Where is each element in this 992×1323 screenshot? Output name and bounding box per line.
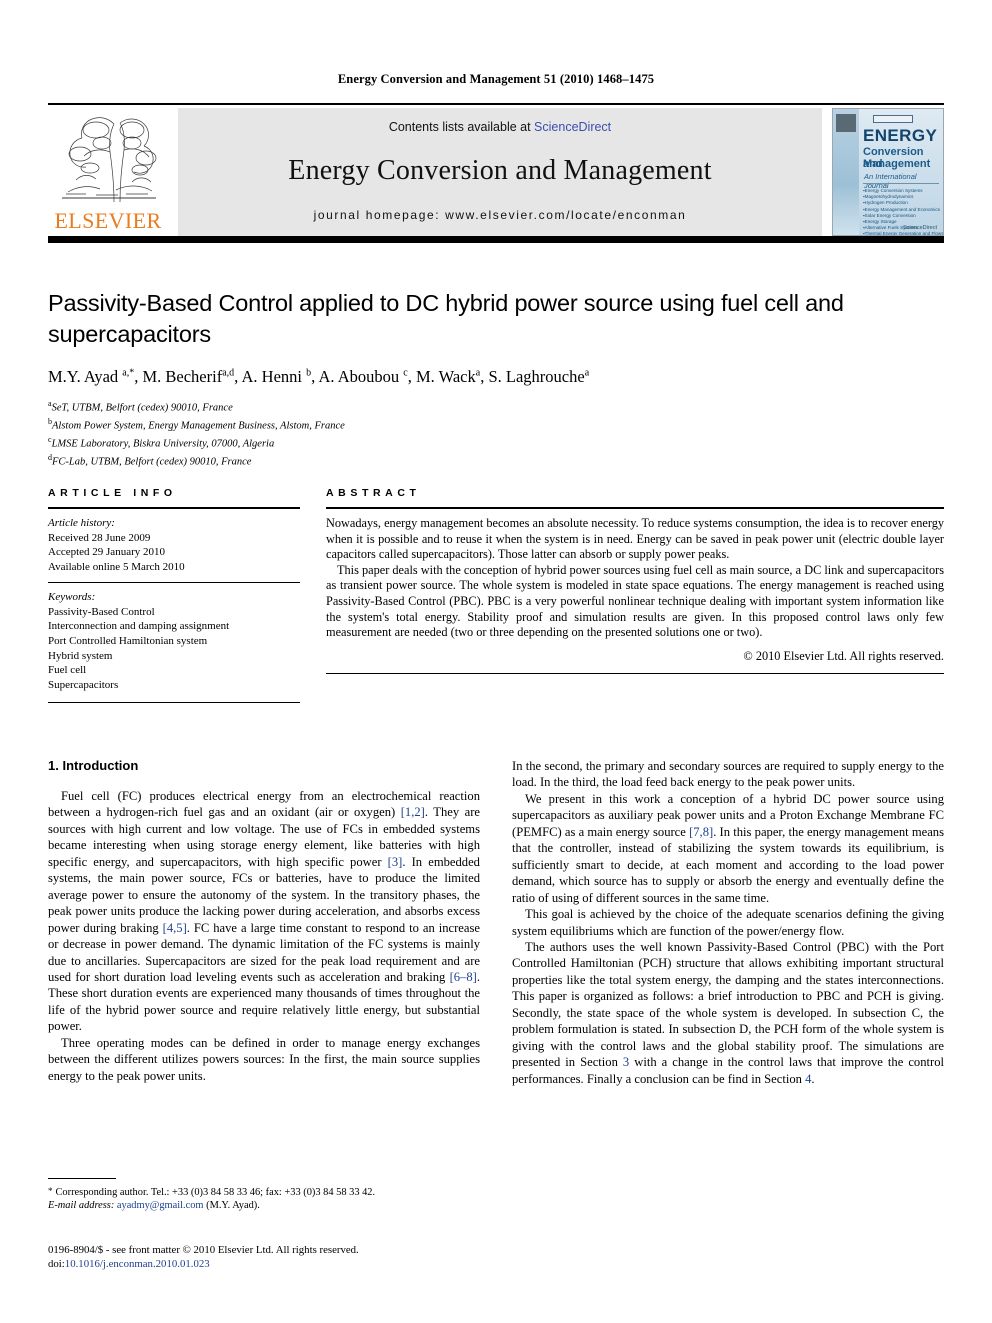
banner-top-rule — [48, 103, 944, 105]
cover-topic-item: Energy Management and Economics — [863, 207, 943, 213]
abstract-body: Nowadays, energy management becomes an a… — [326, 509, 944, 664]
article-history-label: Article history: — [48, 517, 115, 529]
cover-footer-logo: ScienceDirect — [903, 225, 937, 231]
history-item: Received 28 June 2009 — [48, 531, 151, 544]
keyword-item: Port Controlled Hamiltonian system — [48, 634, 208, 647]
issn-line: 0196-8904/$ - see front matter © 2010 El… — [48, 1244, 359, 1256]
section-title-introduction: 1. Introduction — [48, 758, 139, 773]
body-paragraph: Three operating modes can be defined in … — [48, 1035, 480, 1083]
body-paragraph: The authors uses the well known Passivit… — [512, 939, 944, 1087]
elsevier-logo: ELSEVIER — [48, 108, 168, 236]
cover-badge — [873, 115, 913, 123]
article-info-heading: ARTICLE INFO — [48, 487, 177, 499]
email-label: E-mail address: — [48, 1200, 115, 1212]
abstract-column: ABSTRACT Nowadays, energy management bec… — [326, 487, 944, 703]
journal-cover-thumbnail: ENERGY Conversion and Management An Inte… — [832, 108, 944, 236]
running-head: Energy Conversion and Management 51 (201… — [337, 72, 655, 86]
elsevier-tree-icon — [62, 117, 157, 203]
cover-title-line3: Management — [863, 158, 931, 170]
banner-bottom-rule — [48, 236, 944, 243]
email-link[interactable]: ayadmy@gmail.com — [117, 1200, 204, 1211]
affiliation-item: dFC-Lab, UTBM, Belfort (cedex) 90010, Fr… — [48, 451, 944, 469]
journal-title: Energy Conversion and Management — [288, 155, 712, 186]
citation-link[interactable]: [3] — [388, 855, 403, 869]
keyword-item: Passivity-Based Control — [48, 605, 155, 618]
cover-title-line1: ENERGY — [863, 126, 938, 145]
journal-band: Contents lists available at ScienceDirec… — [178, 108, 822, 236]
abstract-copyright: © 2010 Elsevier Ltd. All rights reserved… — [743, 648, 944, 663]
affiliation-item: bAlstom Power System, Energy Management … — [48, 415, 944, 433]
cover-divider — [863, 183, 939, 184]
citation-link[interactable]: [1,2] — [401, 805, 425, 819]
paragraph-text: . — [811, 1071, 815, 1086]
abstract-paragraph: Nowadays, energy management becomes an a… — [326, 516, 944, 562]
article-history-block: Article history: Received 28 June 2009 A… — [48, 509, 300, 582]
body-paragraph: We present in this work a conception of … — [512, 791, 944, 906]
body-column-gap — [480, 758, 512, 1188]
body-paragraph: Fuel cell (FC) produces electrical energ… — [48, 788, 480, 1035]
abstract-heading: ABSTRACT — [326, 487, 421, 499]
history-item: Accepted 29 January 2010 — [48, 546, 165, 559]
email-note: E-mail address: ayadmy@gmail.com (M.Y. A… — [48, 1199, 480, 1212]
affiliation-text: FC-Lab, UTBM, Belfort (cedex) 90010, Fra… — [52, 456, 252, 468]
affiliation-item: cLMSE Laboratory, Biskra University, 070… — [48, 433, 944, 451]
affiliation-text: SeT, UTBM, Belfort (cedex) 90010, France — [51, 402, 233, 413]
page-title: Passivity-Based Control applied to DC hy… — [48, 290, 844, 347]
title-block: Passivity-Based Control applied to DC hy… — [48, 288, 944, 469]
keyword-item: Interconnection and damping assignment — [48, 620, 230, 633]
abstract-paragraph: This paper deals with the conception of … — [326, 562, 944, 640]
elsevier-wordmark: ELSEVIER — [54, 208, 162, 233]
cover-publisher-mark — [836, 114, 856, 132]
contents-available-line: Contents lists available at ScienceDirec… — [389, 120, 611, 134]
asterisk-icon: * — [48, 1186, 53, 1196]
affiliation-text: LMSE Laboratory, Biskra University, 0700… — [51, 438, 275, 450]
doi-label: doi: — [48, 1258, 65, 1270]
abstract-bottom-rule — [326, 672, 944, 674]
author-list: M.Y. Ayad a,*, M. Becherifa,d, A. Henni … — [48, 362, 944, 388]
corresponding-author-note: * Corresponding author. Tel.: +33 (0)3 84… — [48, 1185, 480, 1199]
citation-link[interactable]: [4,5] — [163, 921, 187, 935]
article-info-column: ARTICLE INFO Article history: Received 2… — [48, 487, 300, 704]
email-suffix: (M.Y. Ayad). — [206, 1200, 260, 1212]
corresponding-author-text: Corresponding author. Tel.: +33 (0)3 84 … — [55, 1187, 376, 1198]
body-column-right: In the second, the primary and secondary… — [512, 758, 944, 1188]
keywords-label: Keywords: — [48, 591, 96, 604]
article-info-bottom-rule — [48, 702, 300, 704]
contents-prefix-text: Contents lists available at — [388, 120, 535, 134]
keyword-item: Supercapacitors — [48, 678, 119, 691]
issn-doi-block: 0196-8904/$ - see front matter © 2010 El… — [48, 1243, 480, 1271]
body-columns: 1. Introduction Fuel cell (FC) produces … — [48, 758, 944, 1188]
affiliation-list: aSeT, UTBM, Belfort (cedex) 90010, Franc… — [48, 397, 944, 469]
doi-line: doi:10.1016/j.enconman.2010.01.023 — [48, 1257, 480, 1271]
body-column-left: 1. Introduction Fuel cell (FC) produces … — [48, 758, 480, 1188]
footnote-rule — [48, 1178, 116, 1179]
body-paragraph: This goal is achieved by the choice of t… — [512, 907, 944, 938]
keyword-item: Hybrid system — [48, 649, 113, 662]
keywords-block: Keywords: Passivity-Based Control Interc… — [48, 583, 300, 702]
paper-page: Energy Conversion and Management 51 (201… — [0, 0, 992, 1323]
body-paragraph: In the second, the primary and secondary… — [512, 759, 944, 790]
sciencedirect-link[interactable]: ScienceDirect — [534, 120, 611, 134]
history-item: Available online 5 March 2010 — [48, 560, 185, 573]
doi-link[interactable]: 10.1016/j.enconman.2010.01.023 — [65, 1258, 210, 1270]
paragraph-text: The authors uses the well known Passivit… — [512, 939, 944, 1070]
journal-banner: ELSEVIER Contents lists available at Sci… — [48, 103, 944, 243]
keyword-item: Fuel cell — [48, 664, 87, 677]
affiliation-item: aSeT, UTBM, Belfort (cedex) 90010, Franc… — [48, 397, 944, 415]
author-names: M.Y. Ayad a,*, M. Becherifa,d, A. Henni … — [48, 366, 590, 386]
column-gap — [300, 487, 326, 703]
footnote-block: * Corresponding author. Tel.: +33 (0)3 84… — [48, 1178, 480, 1213]
citation-link[interactable]: [7,8] — [689, 825, 713, 839]
journal-homepage-link[interactable]: journal homepage: www.elsevier.com/locat… — [314, 208, 687, 222]
affiliation-text: Alstom Power System, Energy Management B… — [52, 420, 345, 432]
citation-link[interactable]: [6–8] — [450, 970, 477, 984]
info-abstract-section: ARTICLE INFO Article history: Received 2… — [48, 487, 944, 704]
